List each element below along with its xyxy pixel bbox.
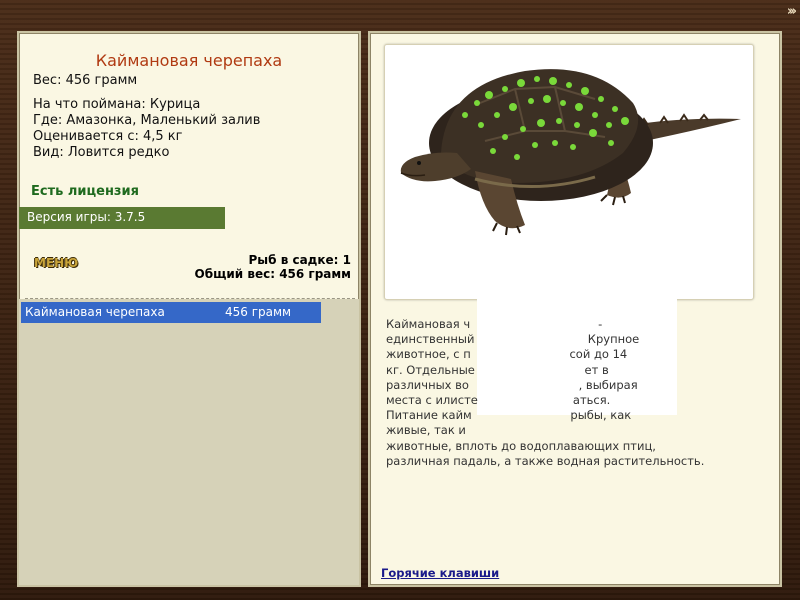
fish-photo-frame — [384, 44, 754, 300]
license-status: Есть лицензия — [31, 184, 139, 199]
turtle-image — [400, 69, 741, 236]
description-line: единственный Крупное — [386, 332, 640, 347]
rarity-info: Вид: Ловится редко — [33, 145, 170, 160]
catch-item-name: Каймановая черепаха — [25, 305, 165, 319]
fish-description: Каймановая ч - единственный Крупное живо… — [386, 317, 742, 469]
fish-info-panel: Каймановая черепаха Вес: 456 грамм На чт… — [17, 31, 361, 587]
location-info: Где: Амазонка, Маленький залив — [33, 113, 261, 128]
description-line: различных во , выбирая — [386, 377, 638, 392]
fish-title: Каймановая черепаха — [95, 51, 283, 70]
keepnet-total-weight: Общий вес: 456 грамм — [194, 267, 351, 281]
catch-list[interactable]: Каймановая черепаха 456 грамм — [19, 299, 359, 585]
catch-item-weight: 456 грамм — [225, 305, 292, 319]
description-line: Каймановая ч - — [386, 317, 603, 331]
hotkeys-link[interactable]: Горячие клавиши — [381, 566, 499, 580]
catch-list-item-selected[interactable]: Каймановая черепаха 456 грамм — [21, 302, 321, 323]
description-line: живые, так и — [386, 423, 466, 438]
keepnet-count: Рыб в садке: 1 — [248, 253, 352, 267]
description-line: кг. Отдельные ет в — [386, 362, 609, 377]
description-line: животные, вплоть до водоплавающих птиц, — [386, 438, 656, 453]
valued-from-info: Оценивается с: 4,5 кг — [33, 129, 183, 144]
next-arrows-icon[interactable]: ››› — [787, 4, 797, 19]
fish-weight: Вес: 456 грамм — [33, 73, 138, 88]
description-line: животное, с п сой до 14 — [386, 347, 628, 362]
description-line: различная падаль, а также водная растите… — [386, 453, 705, 468]
description-line: места с илисте аться. — [386, 393, 611, 408]
game-version-bar: Версия игры: 3.7.5 — [19, 207, 225, 229]
bait-info: На что поймана: Курица — [33, 97, 201, 112]
fish-description-panel: Каймановая ч - единственный Крупное живо… — [368, 31, 782, 587]
menu-button[interactable]: МЕНЮ — [34, 256, 78, 270]
description-line: Питание кайм рыбы, как — [386, 408, 632, 423]
